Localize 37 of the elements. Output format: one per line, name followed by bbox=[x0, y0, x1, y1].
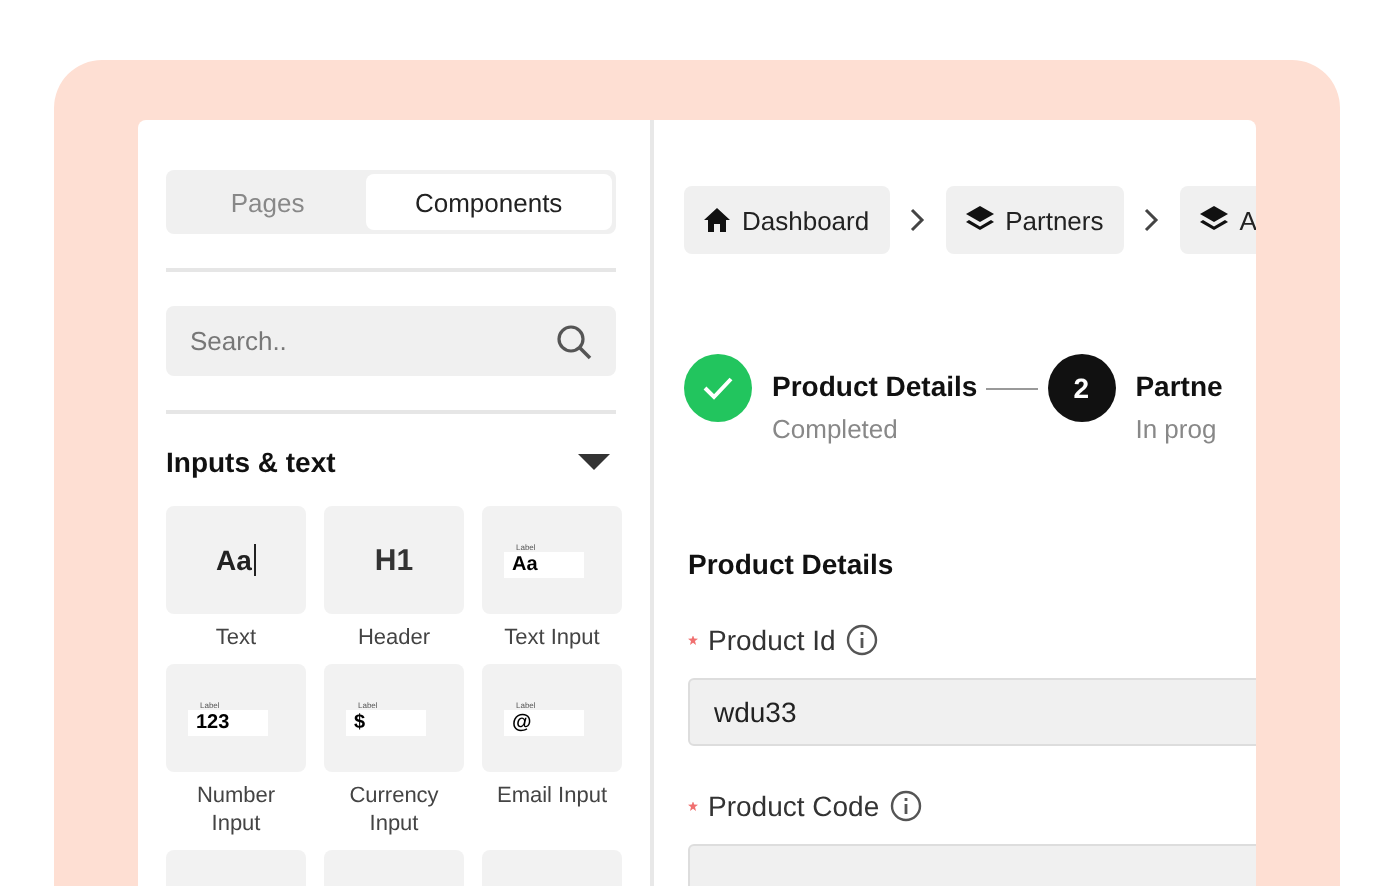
tile-label: Text Input bbox=[502, 624, 602, 652]
layers-icon bbox=[965, 206, 994, 234]
tile-label: Number Input bbox=[194, 782, 278, 838]
tile-preview: @ bbox=[504, 710, 584, 736]
info-icon bbox=[889, 790, 922, 822]
tab[interactable]: Components bbox=[365, 174, 612, 230]
step-status: Completed bbox=[772, 414, 900, 444]
step-number: 2 bbox=[1047, 354, 1116, 422]
breadcrumb[interactable]: Dashboard bbox=[684, 186, 890, 254]
search-field[interactable]: Search.. bbox=[166, 306, 616, 376]
tile-label: Currency Input bbox=[347, 782, 441, 838]
step-title: Partne bbox=[1135, 370, 1223, 402]
form-title: Product Details bbox=[688, 548, 896, 580]
chevron-icon bbox=[1143, 208, 1160, 232]
caret-icon[interactable] bbox=[578, 452, 610, 472]
section-title: Inputs & text bbox=[166, 446, 336, 478]
field-label: Product Id bbox=[708, 624, 836, 656]
info-icon bbox=[845, 624, 878, 656]
input-field[interactable]: wdu33 bbox=[688, 678, 1256, 746]
component-tile[interactable]: H1 bbox=[324, 506, 464, 614]
tile-preview: 123 bbox=[188, 710, 268, 736]
tile-label: Text bbox=[213, 624, 259, 652]
component-tile[interactable]: Aa bbox=[166, 506, 306, 614]
tile-preview: H1 bbox=[374, 543, 414, 577]
tile-label: Email Input bbox=[494, 782, 610, 810]
step-title: Product Details bbox=[772, 370, 978, 402]
tile-preview: Aa bbox=[504, 552, 584, 578]
search-icon bbox=[556, 324, 592, 360]
breadcrumb[interactable]: Partners bbox=[945, 186, 1124, 254]
field-label: Product Code bbox=[708, 790, 880, 822]
tile-preview: Aa bbox=[216, 544, 252, 576]
tile-label: Header bbox=[355, 624, 433, 652]
step-status: In prog bbox=[1135, 414, 1219, 444]
chevron-icon bbox=[909, 208, 926, 232]
layers-icon bbox=[1199, 206, 1228, 234]
tile-preview: $ bbox=[346, 710, 426, 736]
home-icon bbox=[704, 208, 730, 232]
